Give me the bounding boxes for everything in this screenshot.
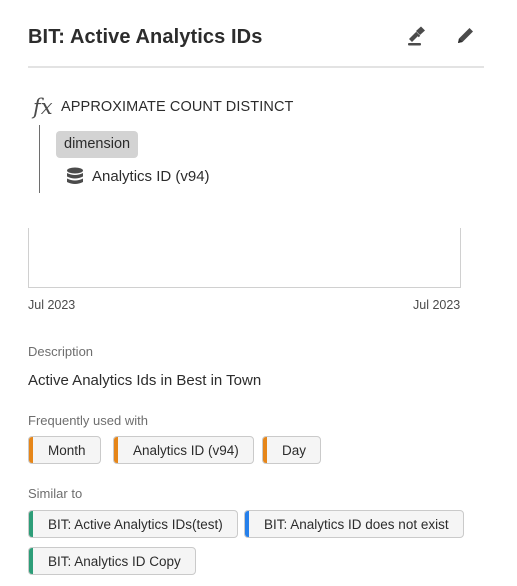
description-label: Description [28,344,94,359]
dimension-stack-icon [67,167,83,184]
formula-tree-line [39,125,40,193]
frequently-used-label: Frequently used with [28,413,148,428]
frequently-used-tag-analytics-id[interactable]: Analytics ID (v94) [113,436,254,464]
parameter-chip: dimension [56,131,139,158]
description-text: Active Analytics Ids in Best in Town [28,372,262,389]
pencil-icon [458,28,473,43]
similar-tag-analytics-id-copy[interactable]: BIT: Analytics ID Copy [28,547,196,575]
similar-to-label: Similar to [28,486,83,501]
function-icon: fx [33,95,53,119]
approve-button[interactable] [403,23,429,49]
similar-tag-analytics-id-does-not-exist[interactable]: BIT: Analytics ID does not exist [244,510,464,538]
similar-tag-active-analytics-ids-test[interactable]: BIT: Active Analytics IDs(test) [28,510,238,538]
trend-chart [28,228,461,288]
function-name: APPROXIMATE COUNT DISTINCT [61,99,294,115]
edit-button[interactable] [452,23,478,49]
chart-x-end-label: Jul 2023 [413,298,461,312]
frequently-used-tag-month[interactable]: Month [28,436,101,464]
frequently-used-tag-day[interactable]: Day [262,436,322,464]
dimension-row: Analytics ID (v94) [65,166,210,186]
header-divider [28,66,484,68]
dimension-name: Analytics ID (v94) [92,167,210,185]
stamp-approve-icon [408,26,425,46]
chart-x-start-label: Jul 2023 [28,298,76,312]
component-title: BIT: Active Analytics IDs [28,26,263,48]
